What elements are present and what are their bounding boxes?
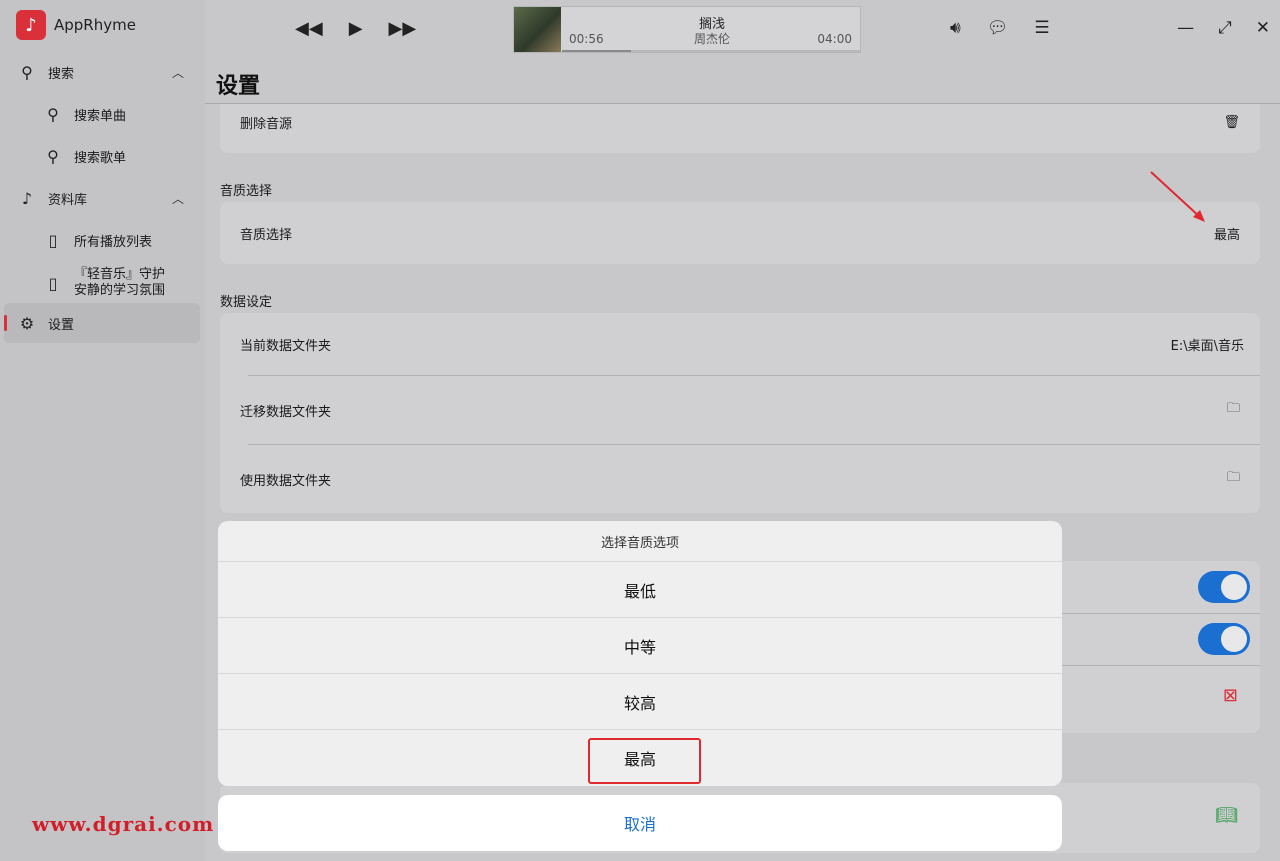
- search-icon: ⚲: [21, 62, 33, 82]
- playlist-name-line-1: 『轻音乐』守护: [74, 267, 166, 282]
- toggle-knob: [1221, 626, 1247, 652]
- folder-icon[interactable]: 🗀: [1227, 468, 1240, 490]
- close-icon[interactable]: ✕: [1256, 18, 1270, 38]
- delete-source-row: 删除音源 🗑︎: [240, 107, 1240, 137]
- queue-list-icon[interactable]: ☰: [1034, 18, 1049, 38]
- option-medium[interactable]: 中等: [218, 618, 1062, 674]
- current-folder-label: 当前数据文件夹: [240, 338, 332, 354]
- quality-value[interactable]: 最高: [1214, 224, 1240, 243]
- sidebar-item-search-single[interactable]: ⚲ 搜索单曲: [4, 94, 200, 134]
- sidebar-item-label: 搜索歌单: [74, 150, 127, 166]
- current-folder-row: 当前数据文件夹 E:\桌面\音乐: [240, 329, 1244, 359]
- sheet-title: 选择音质选项: [218, 521, 1062, 562]
- sidebar: ♪ AppRhyme ⚲ 搜索 ︿ ⚲ 搜索单曲 ⚲ 搜索歌单 ♪ 资料库 ︿ …: [0, 0, 205, 861]
- app-name: AppRhyme: [54, 16, 136, 34]
- sidebar-item-settings[interactable]: ⚙ 设置: [4, 303, 200, 343]
- app-window: ♪ AppRhyme ⚲ 搜索 ︿ ⚲ 搜索单曲 ⚲ 搜索歌单 ♪ 资料库 ︿ …: [0, 0, 1280, 861]
- playlist-name-line-2: 安静的学习氛围: [74, 283, 166, 298]
- use-folder-row[interactable]: 使用数据文件夹 🗀: [240, 464, 1240, 494]
- option-lowest[interactable]: 最低: [218, 562, 1062, 618]
- toggle-switch[interactable]: [1198, 623, 1250, 655]
- sidebar-item-label: 资料库: [48, 192, 88, 208]
- page-title: 设置: [216, 74, 261, 99]
- maximize-icon[interactable]: ⤢: [1218, 18, 1232, 38]
- music-note-icon: ♪: [16, 10, 46, 40]
- delete-source-label: 删除音源: [240, 116, 293, 132]
- total-time: 04:00: [817, 32, 852, 46]
- folder-icon[interactable]: 🗀: [1227, 399, 1240, 421]
- clear-cache-icon[interactable]: ⊠: [1223, 685, 1238, 706]
- annotation-highlight-box: [588, 738, 701, 784]
- transport-controls: ◀◀ ▶ ▶▶: [295, 18, 416, 39]
- toggle-knob: [1221, 574, 1247, 600]
- trash-icon[interactable]: 🗑︎: [1223, 115, 1240, 130]
- player-extra-controls: 🔊︎ 💬︎ ☰: [950, 18, 1050, 38]
- playlist-icon: ▯: [48, 230, 58, 250]
- quality-section-label: 音质选择: [220, 184, 273, 199]
- row-divider: [248, 444, 1260, 445]
- current-time: 00:56: [569, 32, 604, 46]
- active-indicator: [4, 315, 7, 331]
- sidebar-item-all-playlists[interactable]: ▯ 所有播放列表: [4, 220, 200, 260]
- progress-bar[interactable]: [562, 50, 860, 52]
- option-highest-row[interactable]: 最高: [218, 730, 1062, 786]
- volume-icon[interactable]: 🔊︎: [950, 18, 961, 38]
- quality-action-sheet: 选择音质选项 最低 中等 较高 最高: [218, 521, 1062, 786]
- row-divider: [248, 375, 1260, 376]
- sidebar-item-search-playlist[interactable]: ⚲ 搜索歌单: [4, 136, 200, 176]
- watermark: www.dgrai.com: [32, 812, 215, 836]
- quality-row[interactable]: 音质选择 最高: [240, 218, 1240, 248]
- sidebar-item-label: 搜索单曲: [74, 108, 127, 124]
- music-note-icon: ♪: [21, 188, 33, 208]
- top-bar: ◀◀ ▶ ▶▶ 搁浅 周杰伦 00:56 04:00 🔊︎ 💬︎ ☰ — ⤢ ✕: [205, 0, 1280, 60]
- search-icon: ⚲: [47, 104, 59, 124]
- use-folder-label: 使用数据文件夹: [240, 473, 332, 489]
- song-artist: 周杰伦: [693, 32, 730, 46]
- sidebar-item-search[interactable]: ⚲ 搜索 ︿: [4, 52, 200, 92]
- toggle-switch[interactable]: [1198, 571, 1250, 603]
- app-header: ♪ AppRhyme: [16, 10, 136, 40]
- sidebar-item-label: 所有播放列表: [74, 234, 153, 250]
- quality-card: 音质选择 最高: [220, 202, 1260, 264]
- sidebar-item-label: 设置: [48, 317, 75, 333]
- current-folder-value: E:\桌面\音乐: [1170, 338, 1244, 354]
- chevron-up-icon[interactable]: ︿: [172, 190, 184, 207]
- migrate-folder-label: 迁移数据文件夹: [240, 404, 332, 420]
- sidebar-item-library[interactable]: ♪ 资料库 ︿: [4, 178, 200, 218]
- data-card: 当前数据文件夹 E:\桌面\音乐 迁移数据文件夹 🗀 使用数据文件夹 🗀: [220, 313, 1260, 513]
- quality-label: 音质选择: [240, 227, 293, 243]
- album-cover: [514, 7, 561, 52]
- annotation-arrow: [1150, 171, 1205, 222]
- data-section-label: 数据设定: [220, 295, 273, 310]
- option-high[interactable]: 较高: [218, 674, 1062, 730]
- search-icon: ⚲: [47, 146, 59, 166]
- next-icon[interactable]: ▶▶: [389, 18, 417, 39]
- sidebar-item-light-music-playlist[interactable]: ▯ 『轻音乐』守护 安静的学习氛围: [4, 262, 200, 304]
- previous-icon[interactable]: ◀◀: [295, 18, 323, 39]
- cancel-button[interactable]: 取消: [218, 795, 1062, 851]
- window-controls: — ⤢ ✕: [1177, 18, 1270, 38]
- play-icon[interactable]: ▶: [349, 18, 363, 39]
- now-playing-card[interactable]: 搁浅 周杰伦 00:56 04:00: [513, 6, 861, 53]
- lyrics-icon[interactable]: 💬︎: [987, 18, 1009, 38]
- playlist-icon: ▯: [48, 273, 58, 293]
- sidebar-item-label: 搜索: [48, 66, 75, 82]
- delete-source-card: 删除音源 🗑︎: [220, 104, 1260, 153]
- progress-fill: [562, 50, 631, 52]
- book-icon[interactable]: 📖︎: [1215, 805, 1238, 826]
- migrate-folder-row[interactable]: 迁移数据文件夹 🗀: [240, 395, 1240, 425]
- minimize-icon[interactable]: —: [1177, 18, 1194, 38]
- chevron-up-icon[interactable]: ︿: [172, 64, 184, 81]
- sidebar-item-label: 『轻音乐』守护 安静的学习氛围: [74, 267, 165, 299]
- settings-icon: ⚙: [19, 313, 35, 333]
